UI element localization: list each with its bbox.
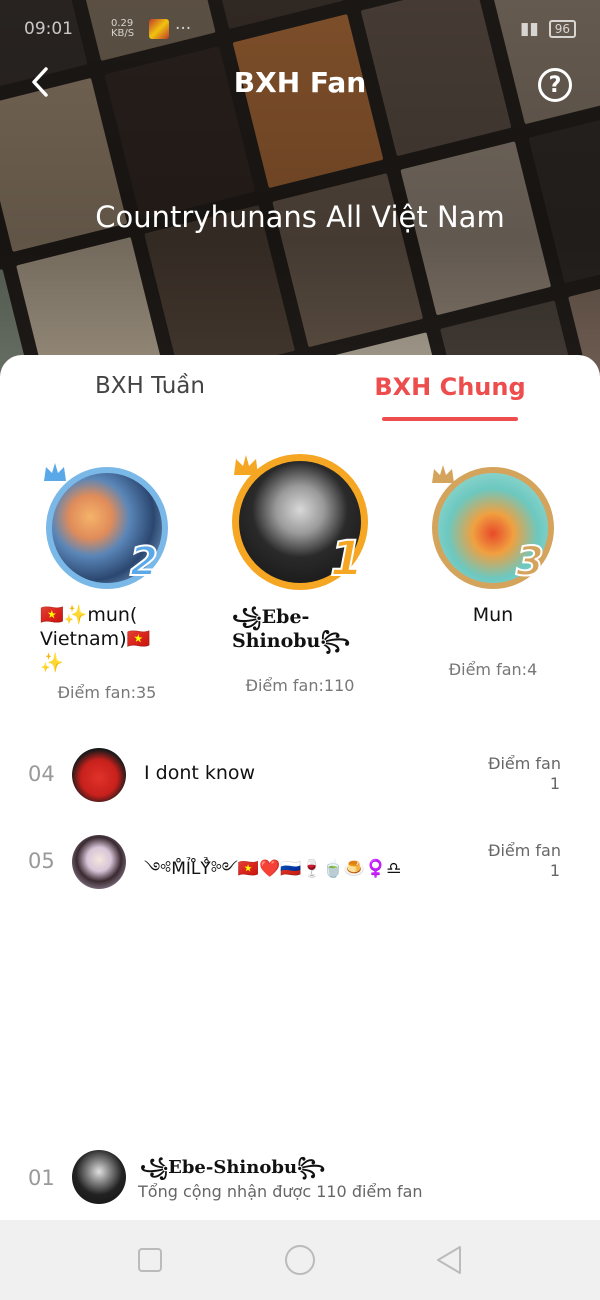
tab-weekly[interactable]: BXH Tuần xyxy=(60,373,240,399)
square-icon[interactable] xyxy=(134,1244,166,1276)
row-rank: 04 xyxy=(28,762,55,786)
leaderboard-row[interactable]: 04 I dont know Điểm fan 1 xyxy=(0,740,600,810)
podium-first-name: ꧁Ebe-Shinobu꧂ xyxy=(232,606,351,652)
tab-bar: BXH Tuần BXH Chung xyxy=(0,355,600,435)
my-rank-bar[interactable]: 01 ꧁Ebe-Shinobu꧂ Tổng cộng nhận được 110… xyxy=(0,1140,600,1220)
my-rank-summary: Tổng cộng nhận được 110 điểm fan xyxy=(138,1182,423,1201)
circle-icon[interactable] xyxy=(284,1244,316,1276)
my-rank-avatar xyxy=(72,1150,126,1204)
my-rank-number: 01 xyxy=(28,1166,55,1190)
leaderboard-row[interactable]: 05 ༺M̊ỈL̊Ỷ̊༻🇻🇳❤️🇷🇺🍷🍵🍮♀️♎ Điểm fan 1 xyxy=(0,827,600,897)
row-fan-label: Điểm fan xyxy=(488,841,561,860)
leaderboard-sheet: BXH Tuần BXH Chung 2 🇻🇳✨mun( Vietnam)🇻🇳✨… xyxy=(0,355,600,1220)
system-nav-bar xyxy=(0,1220,600,1300)
row-name: ༺M̊ỈL̊Ỷ̊༻🇻🇳❤️🇷🇺🍷🍵🍮♀️♎ xyxy=(144,859,402,879)
tab-all-time[interactable]: BXH Chung xyxy=(370,373,530,401)
row-fan-label: Điểm fan xyxy=(488,754,561,773)
row-avatar xyxy=(72,835,126,889)
status-right: ▮▮ 96 xyxy=(520,19,576,39)
crown-icon xyxy=(44,463,66,481)
podium-second-rank: 2 xyxy=(129,538,159,586)
help-button[interactable]: ? xyxy=(538,68,572,102)
podium-first-score: Điểm fan:110 xyxy=(245,676,355,695)
row-avatar xyxy=(72,748,126,802)
crown-icon xyxy=(234,455,258,475)
row-fan-value: 1 xyxy=(549,774,560,793)
page-title: BXH Fan xyxy=(233,66,367,99)
signal-icon: ▮▮ xyxy=(520,19,539,39)
podium-second-name: 🇻🇳✨mun( Vietnam)🇻🇳✨ xyxy=(40,604,151,674)
podium-first-rank: 1 xyxy=(329,530,364,588)
row-name: I dont know xyxy=(144,762,256,784)
crown-icon xyxy=(432,465,454,483)
battery-icon: 96 xyxy=(548,20,576,38)
tab-active-indicator xyxy=(382,417,518,421)
more-notifications-icon: ··· xyxy=(175,19,192,39)
podium-third-score: Điểm fan:4 xyxy=(448,660,538,679)
triangle-back-icon[interactable] xyxy=(434,1244,466,1276)
status-bar: 09:01 0.29 KB/S ··· ▮▮ 96 xyxy=(0,0,600,58)
podium-second-score: Điểm fan:35 xyxy=(57,683,157,702)
status-time: 09:01 xyxy=(24,19,73,39)
notification-avatar-icon xyxy=(149,19,169,39)
row-rank: 05 xyxy=(28,849,55,873)
question-circle-icon: ? xyxy=(548,72,562,98)
podium-third-rank: 3 xyxy=(515,538,545,586)
community-name: Countryhunans All Việt Nam xyxy=(95,200,505,234)
podium-third-name: Mun xyxy=(472,604,514,626)
status-data-speed: 0.29 KB/S xyxy=(111,18,135,39)
row-fan-value: 1 xyxy=(549,861,560,880)
